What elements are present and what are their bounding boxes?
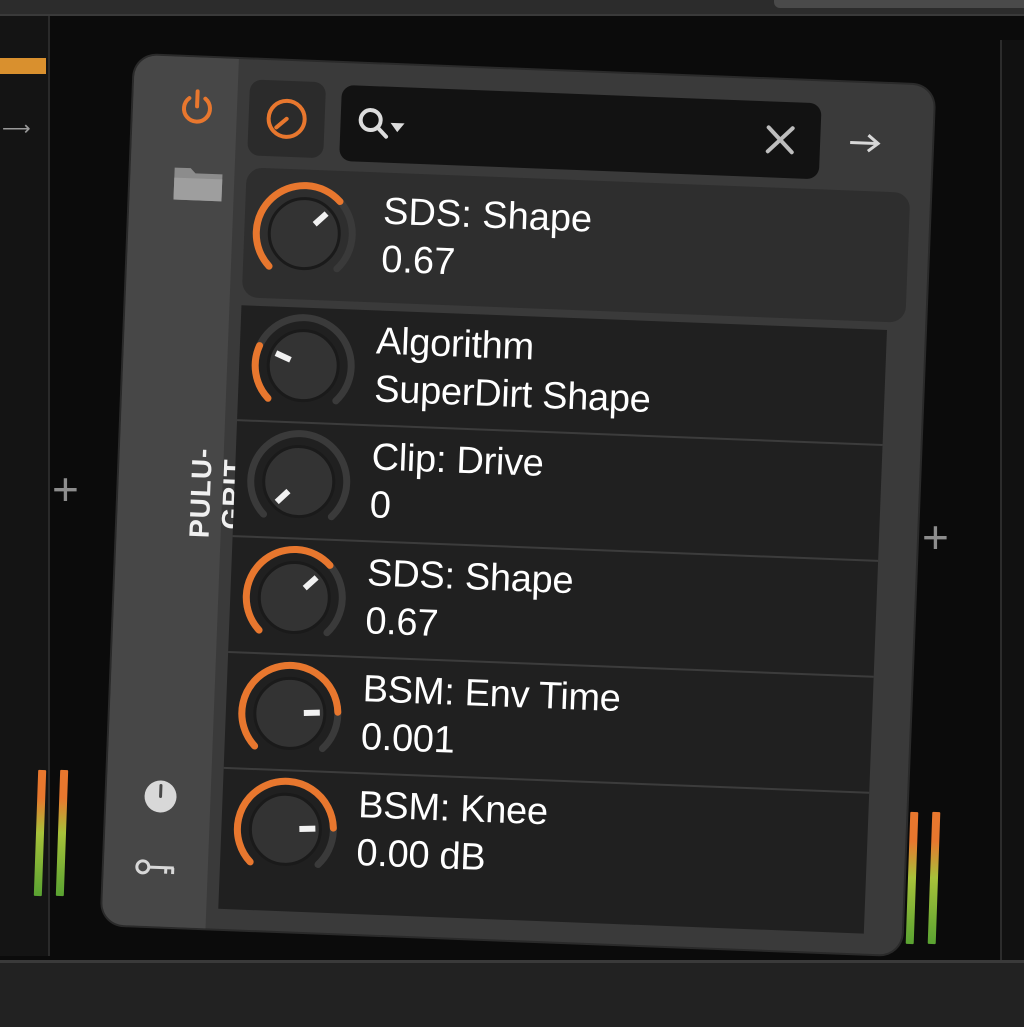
search-input[interactable] <box>420 106 745 160</box>
device-title[interactable]: PULU-GRIT <box>182 412 218 573</box>
parameter-knob[interactable] <box>227 771 343 887</box>
parameter-label: Algorithm <box>375 320 534 369</box>
parameter-knob[interactable] <box>241 423 357 539</box>
plus-icon[interactable]: + <box>922 514 949 560</box>
key-icon[interactable] <box>133 856 178 880</box>
parameter-value: 0.00 dB <box>356 832 486 880</box>
knob-icon <box>247 79 326 158</box>
parameter-label: SDS: Shape <box>366 552 574 603</box>
parameter-list: Algorithm SuperDirt Shape Clip: Drive 0 … <box>218 305 887 933</box>
parameter-label: BSM: Env Time <box>362 668 621 721</box>
parameter-label: BSM: Knee <box>358 784 549 834</box>
clock-icon[interactable] <box>142 778 179 815</box>
level-meter-right-b <box>928 812 941 944</box>
parameter-knob[interactable] <box>236 539 352 655</box>
parameter-value: 0.67 <box>380 239 456 285</box>
left-arrow-icon[interactable]: ⟶ <box>2 116 31 141</box>
device-panel: PULU-GRIT <box>102 55 935 955</box>
device-toolbar <box>243 71 926 181</box>
right-panel-strip <box>1000 40 1024 960</box>
parameter-value: 0 <box>369 484 391 528</box>
device-main: SDS: Shape 0.67 Algorithm SuperDirt Shap… <box>206 59 935 955</box>
parameter-knob[interactable] <box>232 655 348 771</box>
focused-parameter[interactable]: SDS: Shape 0.67 <box>242 167 911 322</box>
parameter-label: SDS: Shape <box>382 191 593 242</box>
level-meter-left-b <box>56 770 68 896</box>
parameter-value: 0.67 <box>365 600 439 646</box>
parameter-value: 0.001 <box>360 716 455 763</box>
bottom-bar <box>0 960 1024 1027</box>
clear-icon[interactable] <box>762 121 799 158</box>
search-icon[interactable] <box>356 106 413 144</box>
folder-icon[interactable] <box>171 162 224 204</box>
left-accent-bar <box>0 58 46 74</box>
parameter-value: SuperDirt Shape <box>373 368 651 422</box>
list-item[interactable]: BSM: Knee 0.00 dB <box>219 769 869 908</box>
parameter-search[interactable] <box>339 85 822 179</box>
remote-controls-button[interactable] <box>247 79 326 158</box>
level-meter-right-a <box>906 812 919 944</box>
parameter-knob[interactable] <box>245 308 361 424</box>
power-icon[interactable] <box>176 87 218 129</box>
arrow-right-icon[interactable] <box>846 130 883 155</box>
parameter-label: Clip: Drive <box>371 436 544 486</box>
plus-icon[interactable]: + <box>52 466 79 512</box>
top-tab[interactable] <box>774 0 1024 8</box>
parameter-knob[interactable] <box>246 175 362 291</box>
